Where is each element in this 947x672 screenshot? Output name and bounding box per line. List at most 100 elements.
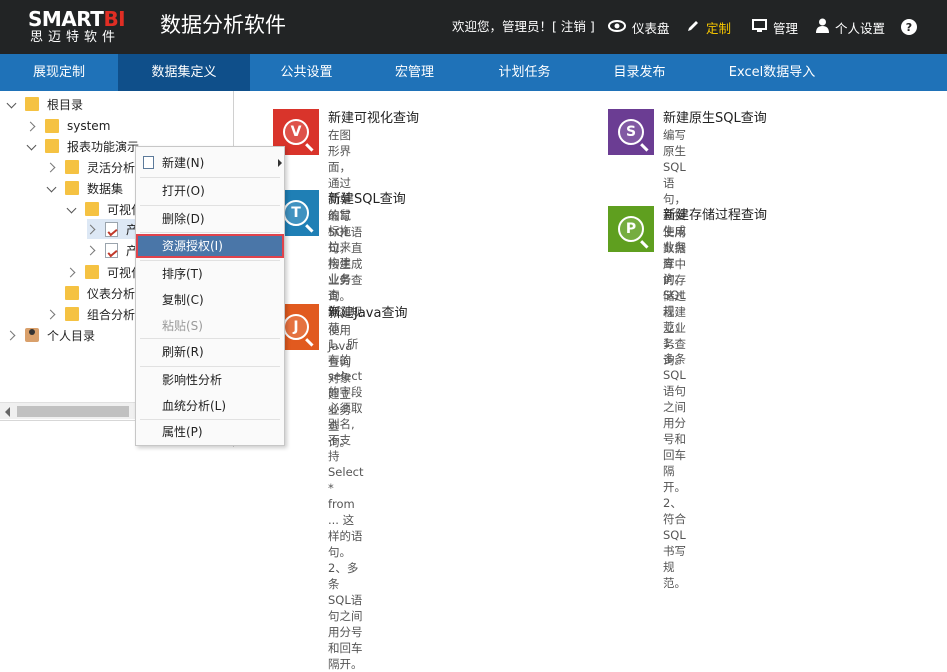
- new-document-icon: [143, 156, 154, 169]
- context-menu: 新建(N) 打开(O) 删除(D) 资源授权(I) 排序(T) 复制(C) 粘贴…: [135, 146, 285, 446]
- card-description: 使用Java查询对象建立业务查询。: [328, 323, 353, 449]
- chevron-right-icon[interactable]: [27, 121, 37, 131]
- tree-node-label: 个人目录: [47, 328, 96, 343]
- eye-icon: [608, 19, 626, 35]
- folder-icon: [85, 202, 99, 216]
- menu-separator: [140, 232, 280, 233]
- chevron-down-icon[interactable]: [7, 99, 17, 109]
- tree-node-system[interactable]: system: [27, 116, 110, 136]
- tree-node-dataset[interactable]: 数据集: [47, 178, 123, 198]
- magnifier-j-icon: J: [283, 314, 309, 340]
- logo-subtitle: 思迈特软件: [30, 30, 121, 45]
- chevron-right-icon[interactable]: [47, 162, 57, 172]
- chevron-down-icon[interactable]: [67, 204, 77, 214]
- main-nav: 展现定制 数据集定义 公共设置 宏管理 计划任务 目录发布 Excel数据导入: [0, 54, 947, 91]
- chevron-right-icon[interactable]: [47, 309, 57, 319]
- native-sql-tile[interactable]: S: [608, 109, 654, 155]
- dashboard-link[interactable]: 仪表盘: [608, 16, 670, 38]
- menu-item-new[interactable]: 新建(N): [136, 151, 284, 175]
- submenu-arrow-icon: [278, 159, 282, 167]
- menu-separator: [140, 366, 280, 367]
- menu-separator: [140, 338, 280, 339]
- stored-procedure-tile[interactable]: P: [608, 206, 654, 252]
- customize-link[interactable]: 定制: [686, 16, 731, 38]
- pencil-icon: [686, 19, 700, 36]
- folder-icon: [45, 139, 59, 153]
- menu-item-delete[interactable]: 删除(D): [136, 207, 284, 231]
- tree-node-label: 灵活分析: [87, 160, 136, 175]
- menu-item-resource-authorization[interactable]: 资源授权(I): [136, 234, 284, 258]
- folder-icon: [65, 286, 79, 300]
- card-title[interactable]: 新建可视化查询: [328, 107, 419, 126]
- monitor-icon: [752, 18, 767, 36]
- chevron-right-icon[interactable]: [67, 267, 77, 277]
- user-icon: [816, 18, 829, 36]
- customize-link-label: 定制: [706, 20, 732, 36]
- tab-public-settings[interactable]: 公共设置: [250, 54, 363, 91]
- magnifier-v-icon: V: [283, 119, 309, 145]
- chevron-down-icon[interactable]: [27, 141, 37, 151]
- menu-item-properties[interactable]: 属性(P): [136, 420, 284, 444]
- tree-node-flex-analysis[interactable]: 灵活分析: [47, 157, 135, 177]
- tree-node-visual[interactable]: 可视化: [67, 199, 143, 219]
- tab-dataset-definition[interactable]: 数据集定义: [118, 54, 250, 91]
- menu-item-copy[interactable]: 复制(C): [136, 288, 284, 312]
- menu-item-impact-analysis[interactable]: 影响性分析: [136, 368, 284, 392]
- menu-item-open[interactable]: 打开(O): [136, 179, 284, 203]
- logo: SMARTBI 思迈特软件: [28, 8, 146, 46]
- query-icon: [105, 242, 118, 258]
- menu-separator: [140, 177, 280, 178]
- card-title[interactable]: 新建原生SQL查询: [663, 107, 767, 126]
- tab-macro-management[interactable]: 宏管理: [363, 54, 466, 91]
- app-title: 数据分析软件: [160, 13, 286, 37]
- folder-icon: [25, 97, 39, 111]
- tree-node-label: 仪表分析: [87, 286, 136, 301]
- chevron-right-icon[interactable]: [7, 330, 17, 340]
- tree-node-root[interactable]: 根目录: [7, 94, 83, 114]
- menu-item-refresh[interactable]: 刷新(R): [136, 340, 284, 364]
- tree-node-query[interactable]: 产: [87, 240, 138, 260]
- tab-display-custom[interactable]: 展现定制: [0, 54, 118, 91]
- menu-item-paste[interactable]: 粘贴(S): [136, 314, 284, 338]
- card-description: 使用数据库中的存储过程建立业务查询。: [663, 225, 686, 367]
- folder-icon: [65, 160, 79, 174]
- manage-link[interactable]: 管理: [752, 16, 798, 38]
- tree-node-combo-analysis[interactable]: 组合分析: [47, 304, 135, 324]
- folder-icon: [65, 307, 79, 321]
- tab-scheduled-tasks[interactable]: 计划任务: [466, 54, 583, 91]
- tree-node-report-demo[interactable]: 报表功能演示: [27, 136, 139, 156]
- card-title[interactable]: 新建SQL查询: [328, 188, 406, 207]
- tree-node-dashboard-analysis[interactable]: 仪表分析: [47, 283, 135, 303]
- menu-separator: [140, 205, 280, 206]
- folder-icon: [45, 119, 59, 133]
- app-header: SMARTBI 思迈特软件 数据分析软件 欢迎您，管理员！[ 注销 ] 仪表盘 …: [0, 0, 947, 54]
- personal-folder-icon: [25, 328, 39, 342]
- chevron-right-icon[interactable]: [87, 245, 97, 255]
- manage-link-label: 管理: [773, 20, 799, 36]
- card-title[interactable]: 新建存储过程查询: [663, 204, 767, 223]
- query-icon: [105, 221, 118, 237]
- tree-node-label: 数据集: [87, 181, 124, 196]
- chevron-right-icon[interactable]: [87, 224, 97, 234]
- folder-icon: [65, 181, 79, 195]
- tree-node-personal[interactable]: 个人目录: [7, 325, 95, 345]
- personal-settings-link[interactable]: 个人设置: [816, 16, 885, 38]
- scroll-thumb[interactable]: [17, 406, 129, 417]
- chevron-down-icon[interactable]: [47, 183, 57, 193]
- welcome-logout-link[interactable]: 欢迎您，管理员！[ 注销 ]: [452, 18, 595, 36]
- menu-item-lineage-analysis[interactable]: 血统分析(L): [136, 394, 284, 418]
- tree-node-visual-2[interactable]: 可视化: [67, 262, 143, 282]
- menu-item-label: 新建(N): [162, 156, 205, 170]
- scroll-left-icon[interactable]: [5, 407, 10, 417]
- logo-brand: SMARTBI: [28, 7, 126, 31]
- tab-directory-publish[interactable]: 目录发布: [583, 54, 696, 91]
- folder-icon: [85, 265, 99, 279]
- menu-item-sort[interactable]: 排序(T): [136, 262, 284, 286]
- menu-separator: [140, 260, 280, 261]
- card-title[interactable]: 新建Java查询: [328, 302, 407, 321]
- tab-excel-import[interactable]: Excel数据导入: [696, 54, 848, 91]
- magnifier-s-icon: S: [618, 119, 644, 145]
- help-button[interactable]: ?: [901, 16, 917, 38]
- magnifier-t-icon: T: [283, 200, 309, 226]
- personal-settings-label: 个人设置: [835, 20, 886, 36]
